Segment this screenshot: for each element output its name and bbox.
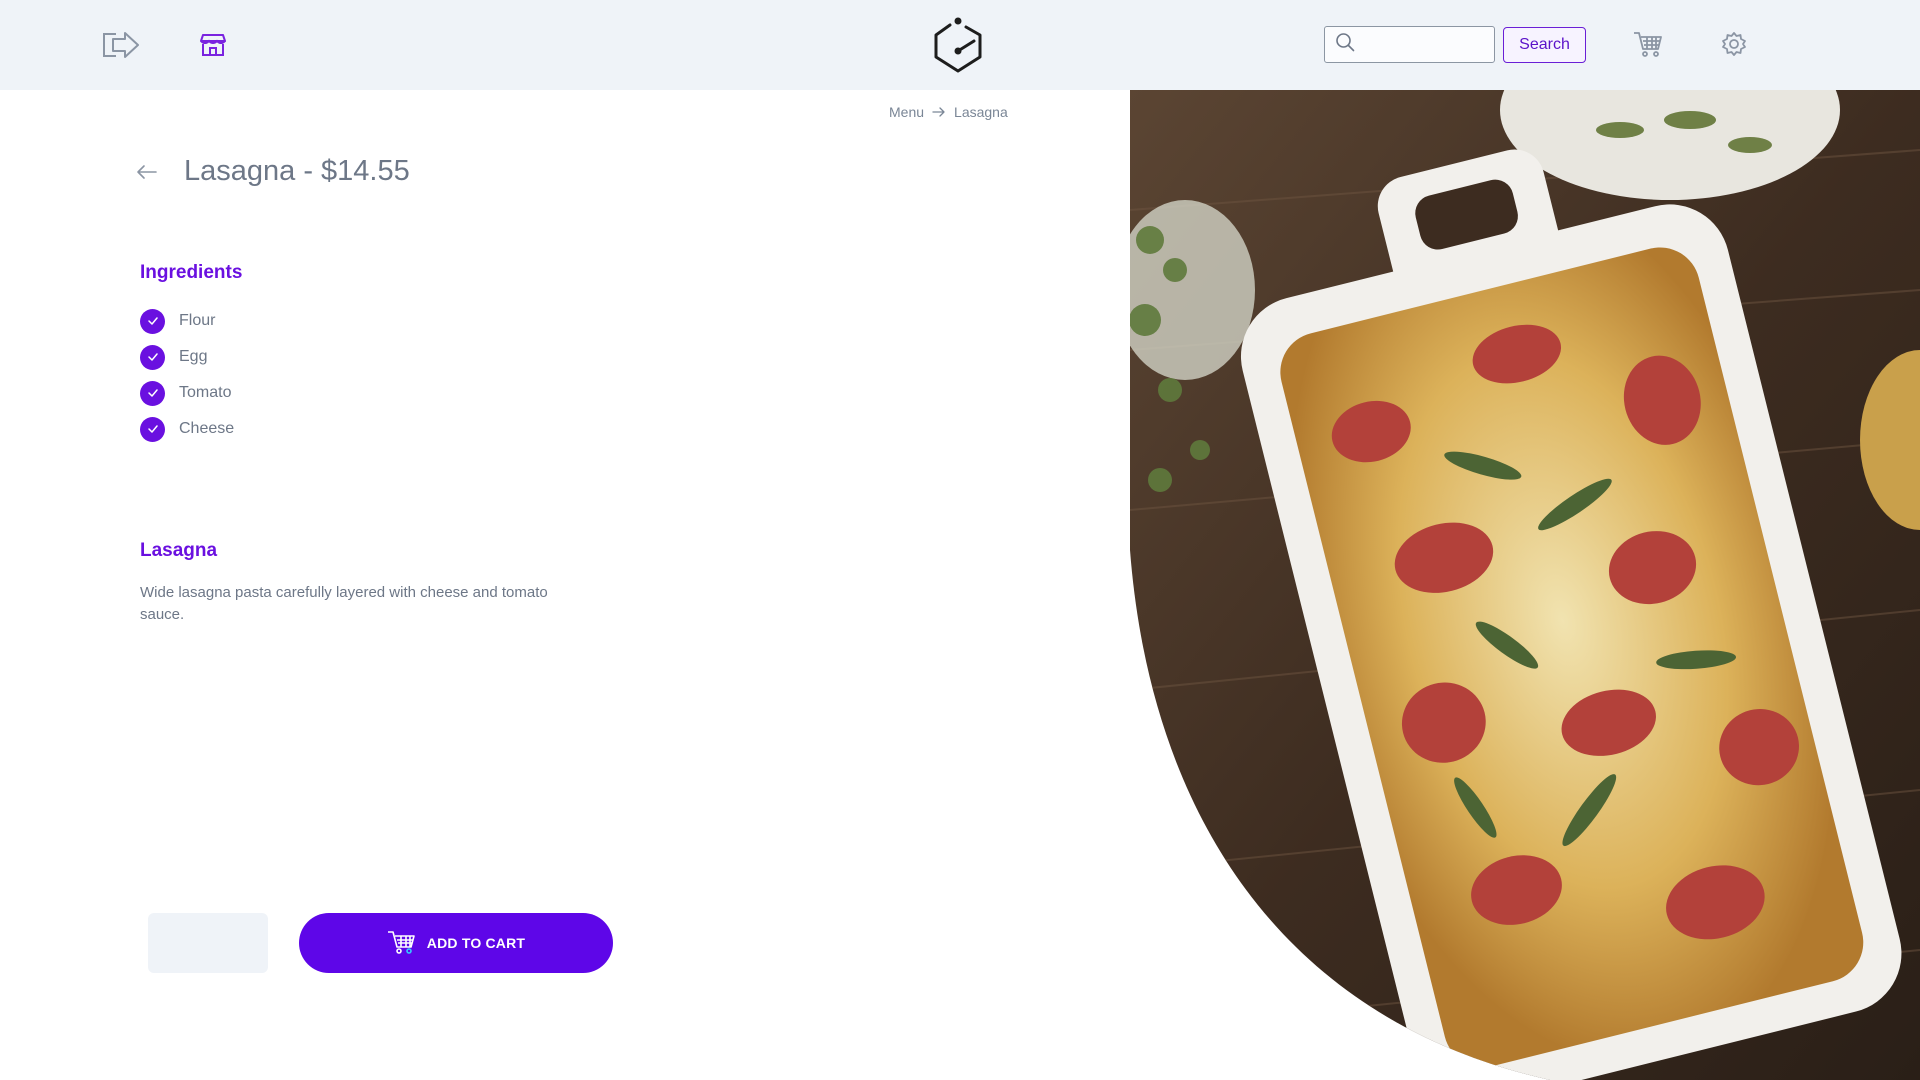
ingredient-item: Tomato <box>140 375 234 411</box>
check-circle-icon <box>140 380 165 406</box>
search-icon <box>1335 32 1355 57</box>
search-input[interactable] <box>1361 36 1481 53</box>
product-title: Lasagna - $14.55 <box>184 155 410 187</box>
quantity-selector[interactable] <box>148 913 268 973</box>
cart-icon[interactable] <box>1632 28 1664 60</box>
search-button[interactable]: Search <box>1503 27 1586 63</box>
ingredient-item: Cheese <box>140 411 234 447</box>
breadcrumb-menu-link[interactable]: Menu <box>889 104 924 120</box>
description-heading: Lasagna <box>140 540 218 561</box>
back-arrow-icon[interactable] <box>136 164 158 186</box>
lasagna-photo <box>1130 90 1920 1080</box>
ingredient-label: Tomato <box>179 384 232 401</box>
ingredient-item: Flour <box>140 303 234 339</box>
cart-icon <box>387 929 417 958</box>
add-to-cart-button[interactable]: ADD TO CART <box>299 913 613 973</box>
ingredient-label: Flour <box>179 312 216 329</box>
arrow-right-icon <box>932 104 946 120</box>
ingredients-heading: Ingredients <box>140 262 243 283</box>
ingredient-item: Egg <box>140 339 234 375</box>
store-icon[interactable] <box>198 30 228 60</box>
ingredient-label: Cheese <box>179 420 235 437</box>
search-field[interactable] <box>1324 26 1495 63</box>
check-circle-icon <box>140 416 165 442</box>
ingredient-label: Egg <box>179 348 208 365</box>
product-description: Wide lasagna pasta carefully layered wit… <box>140 584 548 623</box>
breadcrumb-current[interactable]: Lasagna <box>954 104 1008 120</box>
product-image <box>1130 90 1920 1080</box>
breadcrumb: Menu Lasagna <box>889 104 1008 120</box>
brand-logo-icon[interactable] <box>930 14 986 76</box>
ingredients-list: Flour Egg Tomato Cheese <box>140 303 234 447</box>
logout-icon[interactable] <box>100 28 142 62</box>
top-navbar: Search <box>0 0 1920 90</box>
check-circle-icon <box>140 308 165 334</box>
settings-gear-icon[interactable] <box>1720 30 1748 58</box>
add-to-cart-label: ADD TO CART <box>426 935 526 951</box>
check-circle-icon <box>140 344 165 370</box>
